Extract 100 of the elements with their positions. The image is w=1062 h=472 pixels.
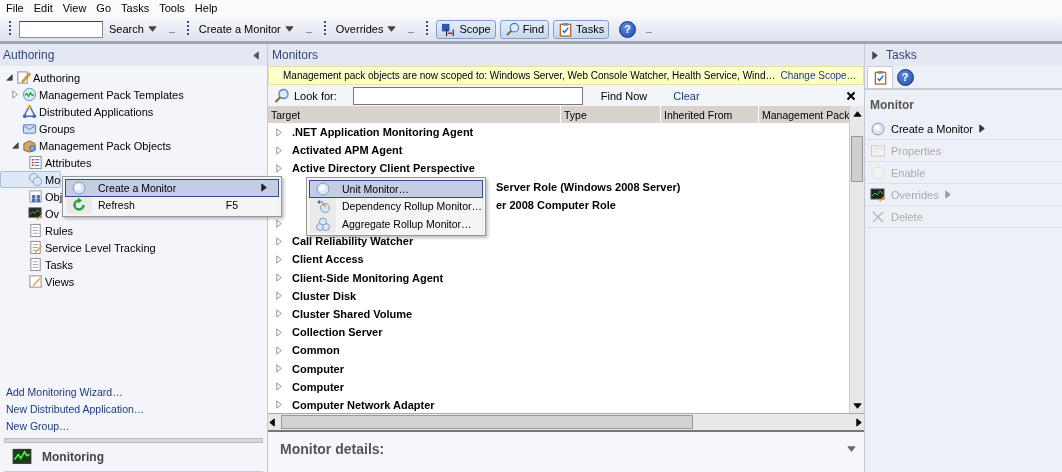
column-header[interactable]: Type [560,106,660,123]
document-pencil-icon [28,274,43,289]
document-icon [28,257,43,272]
search-field[interactable] [352,86,583,105]
menu-item[interactable]: Go [92,0,118,17]
screen-icon [870,186,886,203]
caret-icon [147,24,157,34]
tree-item[interactable]: Groups [0,120,77,137]
tree-item[interactable]: Views [0,273,76,290]
tree-item[interactable]: Mo [0,171,62,188]
table-cell: Client Access [292,253,364,266]
circles-icon [315,215,331,232]
table-cell: Activated APM Agent [292,144,403,157]
refresh-icon [71,197,87,214]
table-cell: Computer [292,380,344,393]
menu-item[interactable]: Create a Monitor [65,179,279,197]
circle-icon [870,120,886,137]
monitor-screen-icon [12,447,32,467]
link[interactable]: New Distributed Application… [6,403,145,415]
tab[interactable] [867,66,893,88]
section-title: Monitor details: [280,441,385,457]
toolbar-toggle-button[interactable]: Scope [436,19,496,39]
link[interactable]: New Group… [6,420,70,432]
properties-icon [870,142,886,159]
section-title: Monitor [869,97,915,114]
toolbar-toggle-button[interactable]: Find [499,19,550,39]
link[interactable]: Clear [673,89,842,102]
pane-title: Monitors [272,48,318,62]
menu-item[interactable]: Refresh F5 [65,196,279,214]
table-cell: Cluster Shared Volume [292,307,413,320]
tree-item[interactable]: Ov [0,205,61,222]
circle-arrow-icon [315,198,331,215]
expand-arrow-icon [871,50,880,60]
link[interactable]: Change Scope… [780,70,857,81]
magnifier-icon [504,21,520,37]
search-field[interactable] [19,20,103,38]
workspace-button[interactable]: Monitoring [4,443,263,472]
toolbar-dropdown[interactable]: Create a Monitor [196,21,296,37]
tree-item[interactable]: Management Pack Objects [0,137,173,154]
table-cell: Computer [292,362,344,375]
collapse-icon [252,50,261,60]
pencil-icon [16,70,31,85]
link[interactable]: Add Monitoring Wizard… [6,386,123,398]
tree-item[interactable]: Management Pack Templates [0,86,185,103]
tree-item[interactable]: Obj [0,188,64,205]
menu-item[interactable]: Help [190,0,224,17]
field-label: Look for: [294,89,337,102]
tree-item[interactable]: Tasks [0,256,75,273]
banner-text: Management pack objects are now scoped to: Windows Server, Web Console Watcher, Health Service, Wind… [283,70,776,81]
horizontal-scrollbar[interactable] [268,413,864,432]
table-cell: er 2008 Computer Role [496,198,616,211]
menu-item[interactable]: File [2,0,30,17]
pane-title: Tasks [886,48,917,62]
column-header[interactable]: Target [268,106,560,123]
network-icon [22,104,37,119]
table-cell: Cluster Disk [292,289,357,302]
document-pencil-icon [28,240,43,255]
task-action[interactable]: Create a Monitor [865,118,1062,140]
wave-circle-icon [22,87,37,102]
table-cell: Client-Side Monitoring Agent [292,271,444,284]
magnifier-icon [274,87,290,104]
menu-item[interactable]: Dependency Rollup Monitor… [309,197,484,215]
close-icon[interactable] [846,90,856,101]
toolbar-dropdown[interactable]: Overrides [333,21,399,37]
column-header[interactable]: Inherited From [660,106,758,123]
tree-item[interactable]: Distributed Applications [0,103,155,120]
menu-item[interactable]: Aggregate Rollup Monitor… [309,215,484,233]
cross-icon [870,208,886,225]
pane-title: Authoring [3,48,55,62]
chevron-down-icon [847,444,856,454]
table-cell: Computer Network Adapter [292,398,435,411]
menu-item[interactable]: Edit [29,0,59,17]
table-cell: Common [292,344,340,357]
tree-item[interactable]: Service Level Tracking [0,239,157,256]
tree-item[interactable]: Attributes [0,154,93,171]
vertical-scrollbar[interactable] [849,106,864,413]
menu-item[interactable]: Tasks [117,0,156,17]
help-button[interactable]: ? [619,20,637,38]
table-cell: .NET Application Monitoring Agent [292,126,474,139]
table-cell: Active Directory Client Perspective [292,162,475,175]
list-icon [28,155,43,170]
toolbar-toggle-button[interactable]: Tasks [553,19,610,39]
box-icon [22,138,37,153]
circle-icon [71,179,87,196]
clipboard-icon [558,21,574,37]
scroll-up-icon [852,108,862,118]
find-now-button[interactable]: Find Now [600,89,648,102]
tree-item[interactable]: Authoring [0,69,82,86]
scrollbar-thumb[interactable] [281,415,693,429]
menu-item[interactable]: Unit Monitor… [309,180,484,198]
table-cell: Collection Server [292,326,383,339]
menu-item[interactable]: Tools [155,0,191,17]
people-icon [28,189,43,204]
toolbar-dropdown[interactable]: Search [107,21,159,37]
scope-icon [441,21,457,37]
table-cell: Call Reliability Watcher [292,235,414,248]
scrollbar-thumb[interactable] [851,136,863,182]
tree-item[interactable]: Rules [0,222,75,239]
menu-item[interactable]: View [58,0,93,17]
circles-icon [28,172,43,187]
